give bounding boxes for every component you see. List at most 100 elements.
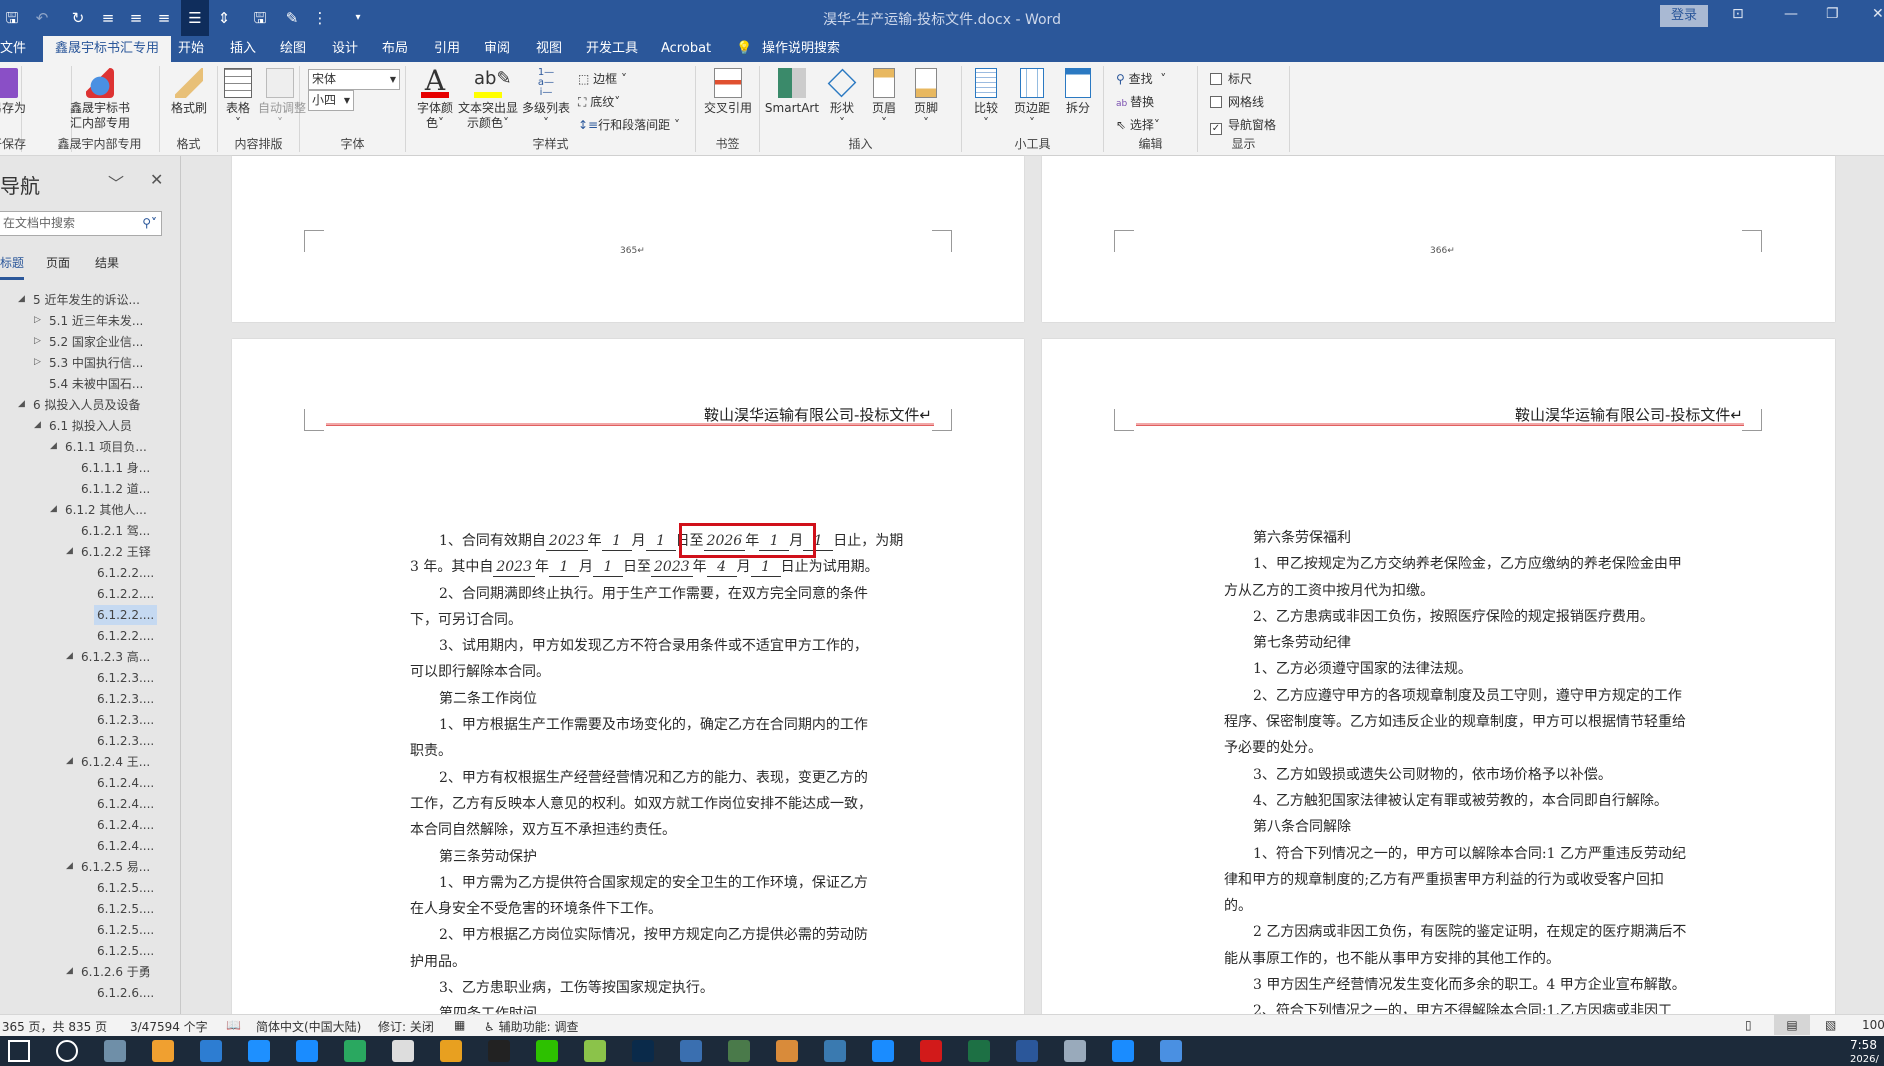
nav-heading-item[interactable]: 6.1.2.3.... (94, 689, 157, 709)
app-blue-icon[interactable] (248, 1040, 270, 1062)
nav-heading-item[interactable]: 5.2 国家企业信... (46, 332, 146, 352)
shape-button[interactable]: 形状 ˅ (822, 68, 862, 131)
replace-button[interactable]: ab 替换 (1116, 93, 1154, 110)
web-layout-icon[interactable]: ▧ (1825, 1018, 1836, 1032)
tab-file[interactable]: 文件 (0, 36, 32, 62)
tab-design[interactable]: 设计 (326, 36, 364, 62)
find-button[interactable]: ⚲ 查找 ˅ (1116, 70, 1166, 87)
nav-heading-item[interactable]: 6.1.2.1 驾... (78, 521, 153, 541)
nav-heading-item[interactable]: 6.1.2.3 高... (78, 647, 153, 667)
highlight-button[interactable]: ab✎ 文本突出显 示颜色˅ (458, 68, 518, 131)
split-button[interactable]: 拆分 (1058, 68, 1098, 116)
acrobat-icon[interactable] (920, 1040, 942, 1062)
nav-heading-item[interactable]: 6.1.2.3.... (94, 731, 157, 751)
select-button[interactable]: ⇖ 选择˅ (1116, 116, 1160, 133)
nav-close-icon[interactable]: ✕ (150, 170, 163, 189)
compare-button[interactable]: 比较 ˅ (966, 68, 1006, 131)
app-active2-icon[interactable] (776, 1040, 798, 1062)
tab-view[interactable]: 视图 (530, 36, 568, 62)
expand-triangle-icon[interactable]: ▷ (34, 336, 41, 346)
app-green-icon[interactable] (344, 1040, 366, 1062)
page-count[interactable]: 第 365 页，共 835 页 (0, 1018, 107, 1035)
nav-heading-item[interactable]: 6.1.2.3.... (94, 668, 157, 688)
internal-button[interactable]: 鑫晟宇标书 汇内部专用 (40, 68, 160, 131)
cross-reference-button[interactable]: 交叉引用 (696, 68, 760, 116)
macro-icon[interactable]: ▦ (454, 1018, 465, 1032)
nav-heading-item[interactable]: 6.1.2.5.... (94, 878, 157, 898)
nav-heading-item[interactable]: 6.1.2.4.... (94, 794, 157, 814)
app-q-icon[interactable] (872, 1040, 894, 1062)
word-count[interactable]: 3/47594 个字 (130, 1018, 208, 1035)
collapse-triangle-icon[interactable]: ◢ (50, 504, 57, 514)
login-button[interactable]: 登录 (1660, 5, 1708, 27)
nav-heading-item[interactable]: 5.3 中国执行信... (46, 353, 146, 373)
photoshop-icon[interactable] (632, 1040, 654, 1062)
spacing-button[interactable]: ↕≡行和段落间距 ˅ (578, 116, 680, 133)
app-xd-icon[interactable] (824, 1040, 846, 1062)
nav-heading-item[interactable]: 5.1 近三年未发... (46, 311, 146, 331)
app-pen-icon[interactable] (584, 1040, 606, 1062)
tab-developer[interactable]: 开发工具 (580, 36, 644, 62)
start-icon[interactable] (8, 1040, 30, 1062)
nav-heading-item[interactable]: 6.1.2.5.... (94, 899, 157, 919)
app-ws-icon[interactable] (680, 1040, 702, 1062)
shading-button[interactable]: ⛶ 底纹˅ (578, 93, 620, 110)
lightbulb-icon[interactable]: 💡 (730, 36, 758, 62)
nav-heading-item[interactable]: 5 近年发生的诉讼... (30, 290, 143, 310)
nav-heading-item[interactable]: 6.1.2.2.... (94, 584, 157, 604)
tab-insert[interactable]: 插入 (224, 36, 262, 62)
app-glass-icon[interactable] (1064, 1040, 1086, 1062)
read-mode-icon[interactable]: ▯ (1745, 1018, 1752, 1032)
nav-search-input[interactable]: 在文档中搜索 ⚲˅ (0, 211, 162, 236)
excel-icon[interactable] (968, 1040, 990, 1062)
gridlines-checkbox[interactable]: 网格线 (1210, 93, 1264, 110)
nav-heading-item[interactable]: 6.1.2.5.... (94, 941, 157, 961)
tab-layout[interactable]: 布局 (376, 36, 414, 62)
margins-button[interactable]: 页边距 ˅ (1010, 68, 1054, 131)
nav-tab-pages[interactable]: 页面 (46, 254, 70, 271)
nav-heading-item[interactable]: 6.1.2.5.... (94, 920, 157, 940)
nav-heading-item[interactable]: 6.1.2.6 于勇 (78, 962, 154, 982)
tab-review[interactable]: 审阅 (478, 36, 516, 62)
app-active-icon[interactable] (728, 1040, 750, 1062)
tab-xinshengyu[interactable]: 鑫晟宇标书汇专用 (43, 36, 172, 62)
collapse-triangle-icon[interactable]: ◢ (66, 861, 73, 871)
multilevel-list-button[interactable]: 1— a— i— 多级列表 ˅ (520, 68, 572, 131)
app-file-icon[interactable] (1160, 1040, 1182, 1062)
zoom-level[interactable]: 100% (1862, 1018, 1884, 1032)
collapse-triangle-icon[interactable]: ◢ (66, 651, 73, 661)
app-doc-icon[interactable] (392, 1040, 414, 1062)
collapse-triangle-icon[interactable]: ◢ (66, 756, 73, 766)
nav-heading-item[interactable]: 6 拟投入人员及设备 (30, 395, 143, 415)
nav-heading-item[interactable]: 6.1.2 其他人... (62, 500, 150, 520)
ruler-check[interactable] (1210, 73, 1222, 85)
nav-heading-item[interactable]: 6.1.2.4.... (94, 815, 157, 835)
border-button[interactable]: ⬚ 边框 ˅ (578, 70, 627, 87)
nav-heading-item[interactable]: 6.1.2.4 王... (78, 752, 153, 772)
clock-date[interactable]: 2026/ (1850, 1054, 1879, 1065)
print-layout-icon[interactable]: ▤ (1774, 1015, 1810, 1035)
navpane-check[interactable]: ✓ (1210, 123, 1222, 135)
nav-heading-item[interactable]: 6.1.2.5 易... (78, 857, 153, 877)
save-as-button[interactable]: 另存为 (0, 68, 26, 116)
tab-draw[interactable]: 绘图 (274, 36, 312, 62)
font-name-select[interactable]: 宋体 ▼ (308, 69, 400, 90)
clock-time[interactable]: 7:58 (1850, 1038, 1877, 1052)
table-button[interactable]: 表格 ˅ (218, 68, 258, 131)
nav-heading-item[interactable]: 6.1.1.1 身... (78, 458, 153, 478)
format-painter-button[interactable]: 格式刷 (160, 68, 218, 116)
word-icon[interactable] (1016, 1040, 1038, 1062)
font-color-button[interactable]: A 字体颜 色˅ (414, 67, 456, 131)
app-orange-icon[interactable] (152, 1040, 174, 1062)
accessibility-status[interactable]: ♿ 辅助功能: 调查 (484, 1018, 578, 1035)
app-dots-icon[interactable] (200, 1040, 222, 1062)
nav-heading-item[interactable]: 6.1.2.3.... (94, 710, 157, 730)
app-qq-browser-icon[interactable] (296, 1040, 318, 1062)
nav-tab-results[interactable]: 结果 (95, 254, 119, 271)
nav-heading-item[interactable]: 5.4 未被中国石... (46, 374, 146, 394)
nav-heading-item[interactable]: 6.1.1.2 道... (78, 479, 153, 499)
nav-heading-item[interactable]: 6.1.2.2.... (94, 626, 157, 646)
collapse-triangle-icon[interactable]: ◢ (18, 294, 25, 304)
ribbon-display-icon[interactable]: ⊡ (1732, 6, 1744, 22)
close-icon[interactable]: ✕ (1872, 6, 1884, 22)
